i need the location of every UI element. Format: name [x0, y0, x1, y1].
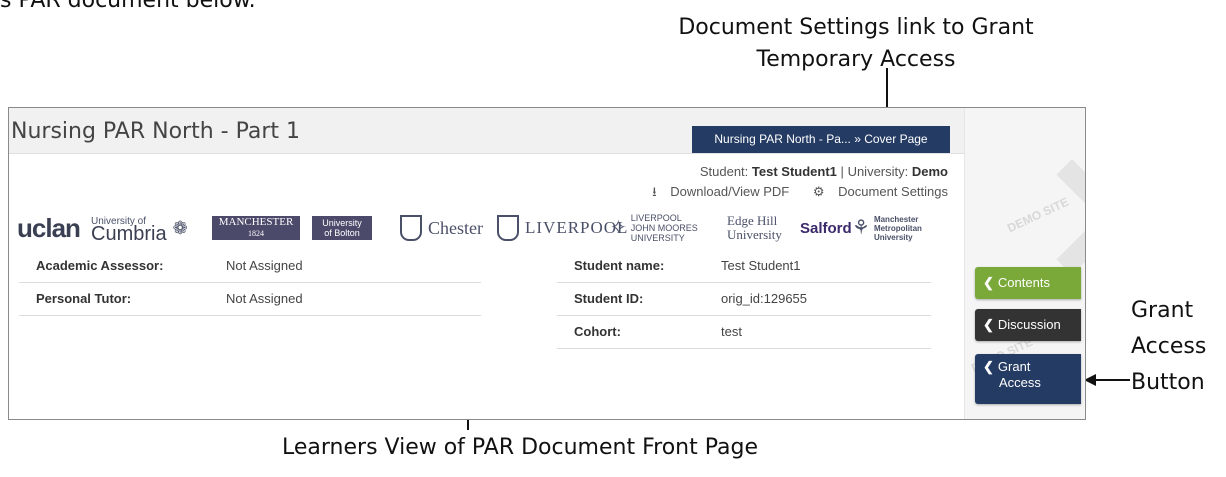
document-actions: ⭳ Download/View PDF ⚙ Document Settings	[632, 183, 948, 205]
edgehill-line2: University	[727, 227, 782, 242]
chester-text: Chester	[428, 217, 483, 238]
liverpool-crest-icon	[497, 215, 519, 241]
download-label: Download/View PDF	[670, 184, 790, 199]
manchester-text: MANCHESTER	[218, 216, 294, 228]
university-logos: uclan University of Cumbria ❁ MANCHESTER …	[17, 208, 952, 248]
cohort-label: Cohort:	[574, 324, 621, 339]
personal-tutor-label: Personal Tutor:	[36, 291, 132, 306]
liverpool-logo: LIVERPOOL	[497, 208, 628, 248]
uclan-logo: uclan	[17, 212, 81, 243]
callout-settings-line1: Document Settings link to Grant	[678, 15, 1034, 40]
chester-logo: Chester	[400, 208, 483, 248]
bolton-line1: University	[322, 218, 362, 228]
cumbria-big: Cumbria	[91, 223, 167, 245]
student-name-value: Test Student1	[721, 258, 801, 273]
callout-grant-access: Grant Access Button	[1131, 293, 1226, 401]
meta-separator: |	[840, 164, 844, 179]
mmu-line3: University	[873, 232, 913, 242]
mmu-line1: Manchester	[873, 214, 919, 224]
edgehill-line1: Edge Hill	[727, 213, 778, 228]
student-id-value: orig_id:129655	[721, 291, 808, 306]
callout-document-settings: Document Settings link to Grant Temporar…	[646, 12, 1066, 76]
mmu-logo: ⚘ Manchester Metropolitan University	[852, 208, 922, 248]
student-name-label: Student name:	[574, 258, 665, 273]
next-page-chevron-icon[interactable]	[1014, 159, 1085, 275]
callout-grant-line3: Button	[1131, 370, 1205, 395]
cumbria-emblem-icon: ❁	[172, 218, 188, 238]
bolton-line2: of Bolton	[324, 228, 360, 238]
personal-tutor-value: Not Assigned	[226, 291, 303, 306]
student-meta: Student: Test Student1 | University: Dem…	[700, 164, 948, 179]
callout-learners-view: Learners View of PAR Document Front Page	[282, 435, 758, 460]
academic-assessor-label: Academic Assessor:	[36, 258, 164, 273]
edgehill-logo: Edge Hill University	[727, 208, 782, 248]
table-row: Academic Assessor: Not Assigned	[19, 250, 481, 283]
download-link[interactable]: ⭳ Download/View PDF	[642, 184, 789, 199]
document-settings-link[interactable]: ⚙ Document Settings	[803, 184, 948, 199]
grant-label-line2: Access	[999, 375, 1041, 390]
breadcrumb[interactable]: Nursing PAR North - Pa... » Cover Page	[692, 126, 950, 153]
student-label: Student:	[699, 164, 749, 179]
table-row: Student name: Test Student1	[557, 250, 931, 283]
chevron-left-icon: ❮	[983, 275, 994, 290]
manchester-year: 1824	[248, 229, 264, 238]
grant-arrow-line	[1094, 379, 1130, 381]
cumbria-logo: University of Cumbria ❁	[91, 208, 188, 248]
document-settings-label: Document Settings	[838, 184, 948, 199]
contents-button[interactable]: ❮ Contents	[975, 267, 1081, 299]
chester-crest-icon	[400, 215, 422, 241]
salford-logo: Salford	[800, 219, 852, 237]
academic-assessor-value: Not Assigned	[226, 258, 303, 273]
cohort-value: test	[721, 324, 742, 339]
chevron-left-icon: ❮	[983, 317, 994, 332]
callout-settings-line2: Temporary Access	[756, 47, 956, 72]
callout-grant-line1: Grant	[1131, 298, 1194, 323]
university-value: Demo	[911, 164, 948, 179]
ljmu-line3: UNIVERSITY	[630, 233, 685, 243]
contents-label: Contents	[997, 275, 1050, 290]
ljmu-line1: LIVERPOOL	[630, 213, 682, 223]
discussion-button[interactable]: ❮ Discussion	[975, 309, 1081, 341]
student-value: Test Student1	[751, 164, 837, 179]
gear-icon: ⚙	[812, 184, 825, 199]
ljmu-emblem-icon: ✧	[610, 217, 627, 239]
bolton-logo: University of Bolton	[312, 216, 372, 240]
grant-label-line1: Grant	[997, 359, 1031, 374]
document-sidebar: DEMO SITE DEMO SITE ❮Contents ❮Discussio…	[964, 108, 1085, 419]
grant-access-button[interactable]: ❮ Grant Access	[975, 354, 1081, 404]
student-id-label: Student ID:	[574, 291, 644, 306]
chevron-left-icon: ❮	[983, 359, 994, 374]
ljmu-line2: JOHN MOORES	[630, 223, 698, 233]
intro-cut-text: s PAR document below.	[0, 0, 256, 13]
university-label: University:	[847, 164, 909, 179]
table-row: Student ID: orig_id:129655	[557, 283, 931, 316]
table-row: Personal Tutor: Not Assigned	[19, 283, 481, 316]
par-document-screenshot: Nursing PAR North - Part 1 Nursing PAR N…	[8, 107, 1086, 420]
mmu-emblem-icon: ⚘	[852, 216, 870, 239]
ljmu-logo: ✧ LIVERPOOL JOHN MOORES UNIVERSITY	[610, 208, 698, 248]
table-row: Cohort: test	[557, 316, 931, 349]
mmu-line2: Metropolitan	[873, 223, 922, 233]
discussion-label: Discussion	[997, 317, 1061, 332]
document-header: Nursing PAR North - Part 1 Nursing PAR N…	[9, 108, 964, 154]
manchester-logo: MANCHESTER 1824	[212, 216, 300, 240]
download-icon: ⭳	[652, 184, 657, 199]
callout-grant-line2: Access	[1131, 334, 1207, 359]
page-title: Nursing PAR North - Part 1	[11, 119, 300, 144]
